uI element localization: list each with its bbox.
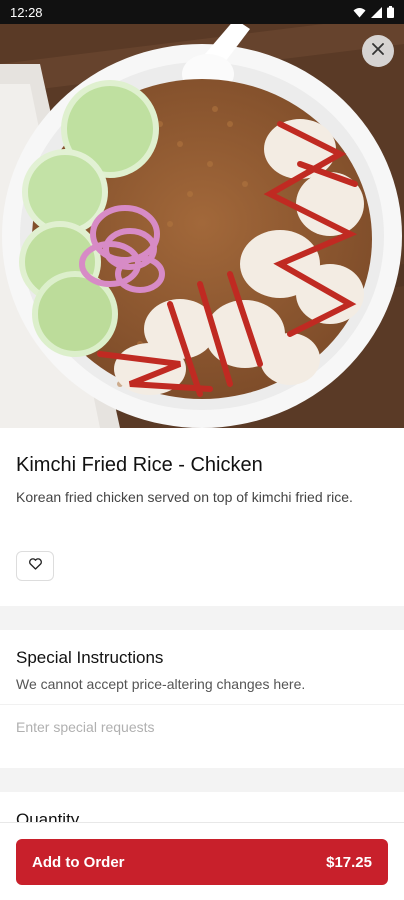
status-bar: 12:28 [0, 0, 404, 24]
item-title: Kimchi Fried Rice - Chicken [16, 454, 263, 476]
status-icons [353, 6, 394, 18]
section-divider [0, 768, 404, 792]
special-instructions-heading: Special Instructions [16, 648, 164, 667]
rice-bowl-illustration [0, 24, 404, 428]
item-photo [0, 24, 404, 428]
item-description: Korean fried chicken served on top of ki… [16, 489, 353, 505]
close-button[interactable] [362, 35, 394, 67]
bottom-action-bar: Add to Order $17.25 [0, 822, 404, 900]
heart-icon [28, 557, 42, 575]
wifi-icon [353, 7, 366, 18]
section-divider [0, 606, 404, 630]
add-to-order-button[interactable]: Add to Order $17.25 [16, 839, 388, 885]
order-price: $17.25 [326, 853, 372, 871]
special-instructions-note: We cannot accept price-altering changes … [16, 676, 306, 692]
favorite-button[interactable] [16, 551, 54, 581]
close-icon [371, 42, 385, 61]
status-time: 12:28 [10, 4, 43, 20]
add-to-order-label: Add to Order [32, 853, 125, 871]
special-requests-input[interactable] [0, 704, 404, 748]
battery-icon [387, 6, 394, 18]
signal-icon [371, 6, 382, 18]
